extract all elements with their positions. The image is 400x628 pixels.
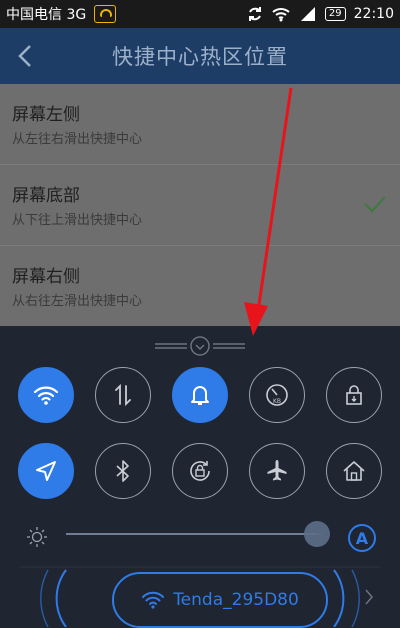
option-title: 屏幕底部 [12,186,80,206]
rotation-lock-toggle[interactable] [172,443,228,499]
home-icon [343,461,365,481]
bluetooth-icon [116,460,129,482]
rotation-lock-icon [190,461,210,481]
page-title: 快捷中心热区位置 [112,45,288,69]
option-subtitle: 从右往左滑出快捷中心 [12,294,143,309]
checkmark-icon [364,196,386,213]
wifi-signal-icon [272,8,290,22]
auto-brightness-button[interactable]: A [348,524,376,552]
location-arrow-icon [36,461,56,481]
option-subtitle: 从左往右滑出快捷中心 [12,132,143,147]
chevron-right-icon[interactable] [364,588,374,606]
airplane-icon [267,460,287,481]
sync-icon [248,7,261,21]
status-bar: 中国电信 3G 29 22:10 [0,0,400,28]
notification-icon [94,5,117,23]
option-title: 屏幕右侧 [12,267,80,287]
speed-meter-icon: KB [266,384,288,406]
mobile-data-toggle[interactable] [95,367,151,423]
wifi-icon [142,591,165,609]
home-toggle[interactable] [326,443,382,499]
battery-icon: 29 [324,7,346,21]
clock: 22:10 [353,6,394,22]
bluetooth-toggle[interactable] [95,443,151,499]
wifi-network-bar: Tenda_295D80 [20,566,380,628]
bell-icon [191,386,209,405]
brightness-slider-handle[interactable] [303,521,330,547]
quick-control-panel: KB A Tenda_295D80 [0,326,400,628]
wifi-network-name: Tenda_295D80 [173,590,299,610]
wifi-icon [33,386,59,405]
brightness-slider-fill [66,533,317,535]
wifi-network-button[interactable]: Tenda_295D80 [112,572,328,628]
location-toggle[interactable] [18,443,74,499]
sound-toggle[interactable] [172,367,228,423]
option-title: 屏幕左侧 [12,105,80,125]
option-screen-left[interactable]: 屏幕左侧 从左往右滑出快捷中心 [0,84,400,165]
hotspot-position-list: 屏幕左侧 从左往右滑出快捷中心 屏幕底部 从下往上滑出快捷中心 屏幕右侧 从右往… [0,84,400,326]
network-speed-toggle[interactable]: KB [249,367,305,423]
option-screen-bottom[interactable]: 屏幕底部 从下往上滑出快捷中心 [0,165,400,246]
chevron-left-icon [18,45,31,67]
option-subtitle: 从下往上滑出快捷中心 [12,213,143,228]
carrier-label: 中国电信 3G [6,7,87,23]
option-screen-right[interactable]: 屏幕右侧 从右往左滑出快捷中心 [0,246,400,326]
data-transfer-icon [115,383,131,407]
back-button[interactable] [12,40,40,72]
panel-handle-icon[interactable] [155,334,245,358]
airplane-mode-toggle[interactable] [249,443,305,499]
cell-signal-icon [300,7,315,21]
speed-unit-label: KB [273,398,281,405]
lock-icon [346,385,362,405]
screen-lock-toggle[interactable] [326,367,382,423]
title-bar: 快捷中心热区位置 [0,28,400,84]
brightness-icon [27,527,47,547]
wifi-toggle[interactable] [18,367,74,423]
